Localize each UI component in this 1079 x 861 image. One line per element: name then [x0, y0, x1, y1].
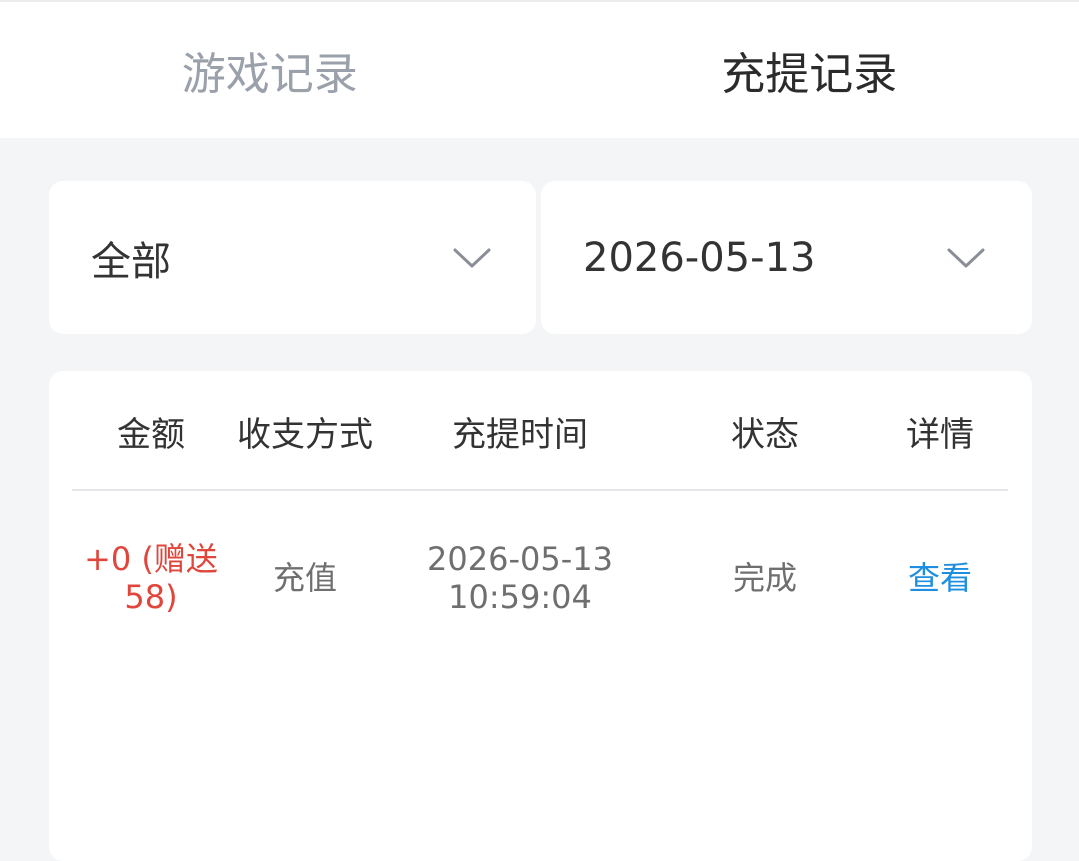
records-table-card: 金额 收支方式 充提时间 状态 详情 +0 (赠送 58) 充值 2026-05…	[49, 371, 1032, 861]
tab-deposit-withdraw-records[interactable]: 充提记录	[540, 2, 1079, 138]
chevron-down-icon	[452, 246, 492, 270]
date-filter-value: 2026-05-13	[583, 235, 815, 281]
tab-game-records[interactable]: 游戏记录	[0, 2, 540, 138]
row-amount: +0 (赠送 58)	[72, 523, 230, 633]
header-detail: 详情	[872, 371, 1008, 491]
type-filter-dropdown[interactable]: 全部	[49, 181, 536, 334]
header-amount: 金额	[72, 371, 230, 491]
table-row: +0 (赠送 58) 充值 2026-05-13 10:59:04 完成 查看	[72, 523, 1008, 633]
date-filter-dropdown[interactable]: 2026-05-13	[541, 181, 1032, 334]
header-method: 收支方式	[230, 371, 380, 491]
row-time: 2026-05-13 10:59:04	[400, 523, 640, 633]
row-status: 完成	[690, 523, 840, 633]
record-tabs: 游戏记录 充提记录	[0, 0, 1079, 138]
table-header: 金额 收支方式 充提时间 状态 详情	[72, 371, 1008, 491]
view-detail-link[interactable]: 查看	[872, 523, 1008, 633]
type-filter-value: 全部	[91, 229, 171, 287]
row-method: 充值	[230, 523, 380, 633]
chevron-down-icon	[946, 246, 986, 270]
header-status: 状态	[690, 371, 840, 491]
header-time: 充提时间	[400, 371, 640, 491]
